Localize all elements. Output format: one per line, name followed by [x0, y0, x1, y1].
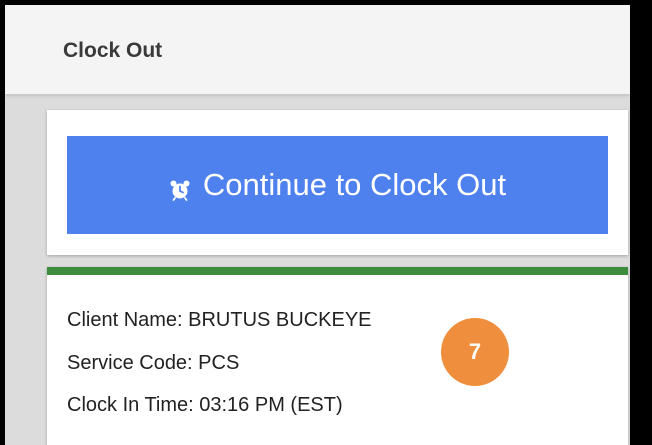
continue-to-clock-out-label: Continue to Clock Out	[202, 167, 507, 202]
continue-to-clock-out-button[interactable]: Continue to Clock Out	[67, 136, 608, 234]
service-code: Service Code: PCS	[67, 352, 240, 374]
screen-frame: Clock Out Continue to Clock Out Client N…	[0, 0, 652, 445]
page-header: Clock Out	[5, 5, 630, 95]
clock-in-time: Clock In Time: 03:16 PM (EST)	[67, 394, 343, 416]
page-title: Clock Out	[63, 39, 163, 62]
client-name: Client Name: BRUTUS BUCKEYE	[67, 309, 372, 331]
clock-out-action-card: Continue to Clock Out	[47, 110, 628, 255]
step-number-badge: 7	[441, 318, 509, 386]
alarm-clock-icon	[169, 173, 191, 201]
visit-info-card: Client Name: BRUTUS BUCKEYE Service Code…	[47, 267, 628, 445]
